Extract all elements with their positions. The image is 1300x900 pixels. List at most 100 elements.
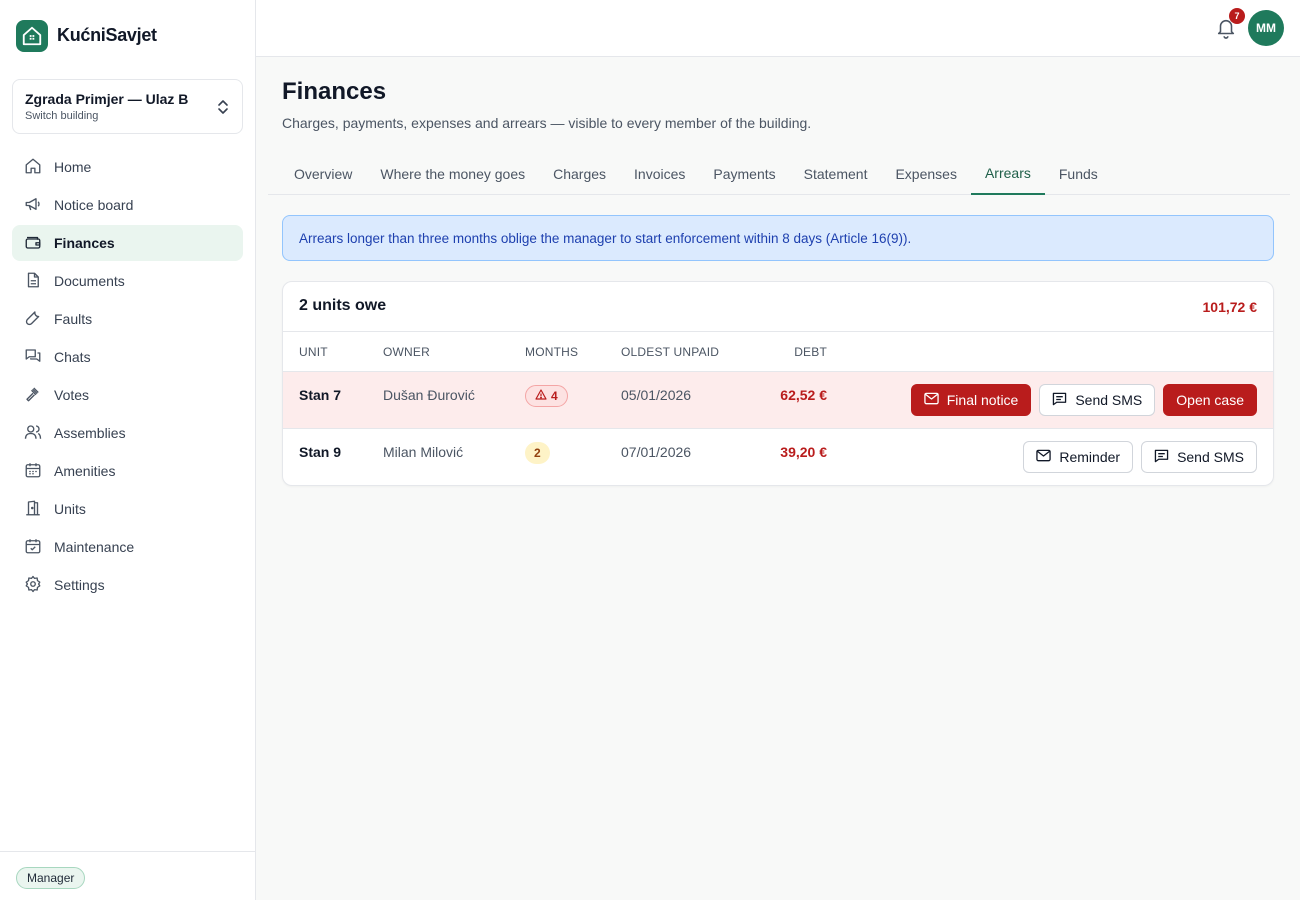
- tab-funds[interactable]: Funds: [1045, 153, 1112, 195]
- sidebar-item-label: Finances: [54, 235, 115, 251]
- sidebar-item-label: Faults: [54, 311, 93, 327]
- building-switch-label: Switch building: [25, 110, 99, 122]
- wallet-icon: [24, 233, 42, 254]
- mail-icon: [1036, 449, 1052, 465]
- arrears-card-title: 2 units owe: [299, 297, 387, 314]
- oldest-unpaid-cell: 07/01/2026: [621, 444, 692, 460]
- building-switcher[interactable]: Zgrada Primjer — Ulaz B Switch building: [12, 79, 243, 134]
- tab-payments[interactable]: Payments: [699, 153, 789, 195]
- sidebar: KućniSavjet Zgrada Primjer — Ulaz B Swit…: [0, 0, 256, 900]
- sidebar-item-votes[interactable]: Votes: [12, 377, 243, 413]
- sidebar-nav: Home Notice board Finances Documents Fau…: [12, 149, 243, 605]
- reminder-button[interactable]: Reminder: [1023, 441, 1134, 473]
- message-icon: [1052, 392, 1067, 409]
- gear-icon: [24, 575, 42, 596]
- tab-expenses[interactable]: Expenses: [881, 153, 970, 195]
- sidebar-item-label: Settings: [54, 577, 105, 593]
- debt-cell: 39,20 €: [780, 444, 827, 460]
- sidebar-item-chats[interactable]: Chats: [12, 339, 243, 375]
- open-case-label: Open case: [1176, 392, 1244, 408]
- sidebar-item-finances[interactable]: Finances: [12, 225, 243, 261]
- owner-cell: Dušan Đurović: [383, 387, 475, 403]
- home-icon: [24, 157, 42, 178]
- sidebar-item-label: Maintenance: [54, 539, 135, 555]
- users-icon: [24, 423, 42, 444]
- sidebar-item-label: Units: [54, 501, 86, 517]
- column-header-debt: DEBT: [794, 345, 827, 359]
- months-badge: 2: [525, 442, 550, 464]
- sidebar-item-label: Notice board: [54, 197, 134, 213]
- send-sms-button[interactable]: Send SMS: [1039, 384, 1156, 416]
- tab-invoices[interactable]: Invoices: [620, 153, 699, 195]
- message-icon: [1154, 449, 1169, 466]
- sidebar-item-label: Amenities: [54, 463, 116, 479]
- send-sms-label: Send SMS: [1177, 449, 1244, 465]
- arrears-total: 101,72 €: [1202, 299, 1258, 315]
- finance-tabs: Overview Where the money goes Charges In…: [268, 153, 1290, 195]
- tab-where-money-goes[interactable]: Where the money goes: [366, 153, 539, 195]
- sidebar-item-settings[interactable]: Settings: [12, 567, 243, 603]
- arrears-card: 2 units owe 101,72 € UNIT OWNER MONTHS O…: [282, 281, 1274, 486]
- column-header-oldest-unpaid: OLDEST UNPAID: [621, 345, 720, 359]
- chat-icon: [24, 347, 42, 368]
- table-row: Stan 9 Milan Milović 2 07/01/2026 39,20 …: [283, 429, 1273, 485]
- row-actions: Final notice Send SMS Open case: [910, 384, 1257, 416]
- column-header-unit: UNIT: [299, 345, 328, 359]
- notification-count-badge: 7: [1229, 8, 1245, 24]
- building-name: Zgrada Primjer — Ulaz B: [25, 91, 189, 107]
- sidebar-item-label: Assemblies: [54, 425, 126, 441]
- document-icon: [24, 271, 42, 292]
- chevron-up-down-icon: [216, 98, 230, 121]
- send-sms-label: Send SMS: [1075, 392, 1143, 408]
- page-title: Finances: [282, 78, 387, 105]
- tab-arrears[interactable]: Arrears: [970, 153, 1045, 195]
- debt-cell: 62,52 €: [780, 387, 827, 403]
- sidebar-item-label: Documents: [54, 273, 125, 289]
- tab-overview[interactable]: Overview: [280, 153, 366, 195]
- door-icon: [24, 499, 42, 520]
- sidebar-item-documents[interactable]: Documents: [12, 263, 243, 299]
- topbar: 7 MM: [256, 0, 1300, 57]
- mail-icon: [924, 392, 939, 408]
- months-badge: 4: [525, 385, 568, 407]
- sidebar-item-notice-board[interactable]: Notice board: [12, 187, 243, 223]
- sidebar-item-label: Votes: [54, 387, 90, 403]
- table-header: UNIT OWNER MONTHS OLDEST UNPAID DEBT: [283, 332, 1273, 372]
- sidebar-item-faults[interactable]: Faults: [12, 301, 243, 337]
- months-count: 4: [551, 389, 558, 403]
- column-header-owner: OWNER: [383, 345, 430, 359]
- wrench-icon: [24, 309, 42, 330]
- calendar-icon: [24, 461, 42, 482]
- avatar[interactable]: MM: [1248, 10, 1284, 46]
- brand-name: KućniSavjet: [57, 25, 157, 45]
- table-row: Stan 7 Dušan Đurović 4 05/01/2026 62,52 …: [283, 372, 1273, 429]
- page-subtitle: Charges, payments, expenses and arrears …: [282, 115, 812, 131]
- column-header-months: MONTHS: [525, 345, 579, 359]
- arrears-card-header: 2 units owe 101,72 €: [283, 282, 1273, 332]
- tab-charges[interactable]: Charges: [539, 153, 620, 195]
- sidebar-item-label: Home: [54, 159, 92, 175]
- unit-cell: Stan 9: [299, 444, 342, 460]
- sidebar-item-maintenance[interactable]: Maintenance: [12, 529, 243, 565]
- owner-cell: Milan Milović: [383, 444, 464, 460]
- info-alert-text: Arrears longer than three months oblige …: [299, 230, 912, 246]
- sidebar-item-units[interactable]: Units: [12, 491, 243, 527]
- sidebar-item-assemblies[interactable]: Assemblies: [12, 415, 243, 451]
- info-alert: Arrears longer than three months oblige …: [282, 215, 1274, 261]
- calendar-check-icon: [24, 537, 42, 558]
- row-actions: Reminder Send SMS: [1023, 441, 1257, 473]
- send-sms-button[interactable]: Send SMS: [1141, 441, 1257, 473]
- sidebar-item-home[interactable]: Home: [12, 149, 243, 185]
- house-logo-icon: [16, 19, 48, 52]
- gavel-icon: [24, 385, 42, 406]
- sidebar-item-label: Chats: [54, 349, 91, 365]
- brand[interactable]: KućniSavjet: [16, 19, 157, 52]
- unit-cell: Stan 7: [299, 387, 342, 403]
- final-notice-label: Final notice: [946, 392, 1019, 408]
- warning-triangle-icon: [535, 389, 547, 403]
- sidebar-item-amenities[interactable]: Amenities: [12, 453, 243, 489]
- open-case-button[interactable]: Open case: [1163, 384, 1257, 416]
- months-count: 2: [534, 446, 541, 460]
- final-notice-button[interactable]: Final notice: [910, 384, 1032, 416]
- tab-statement[interactable]: Statement: [790, 153, 882, 195]
